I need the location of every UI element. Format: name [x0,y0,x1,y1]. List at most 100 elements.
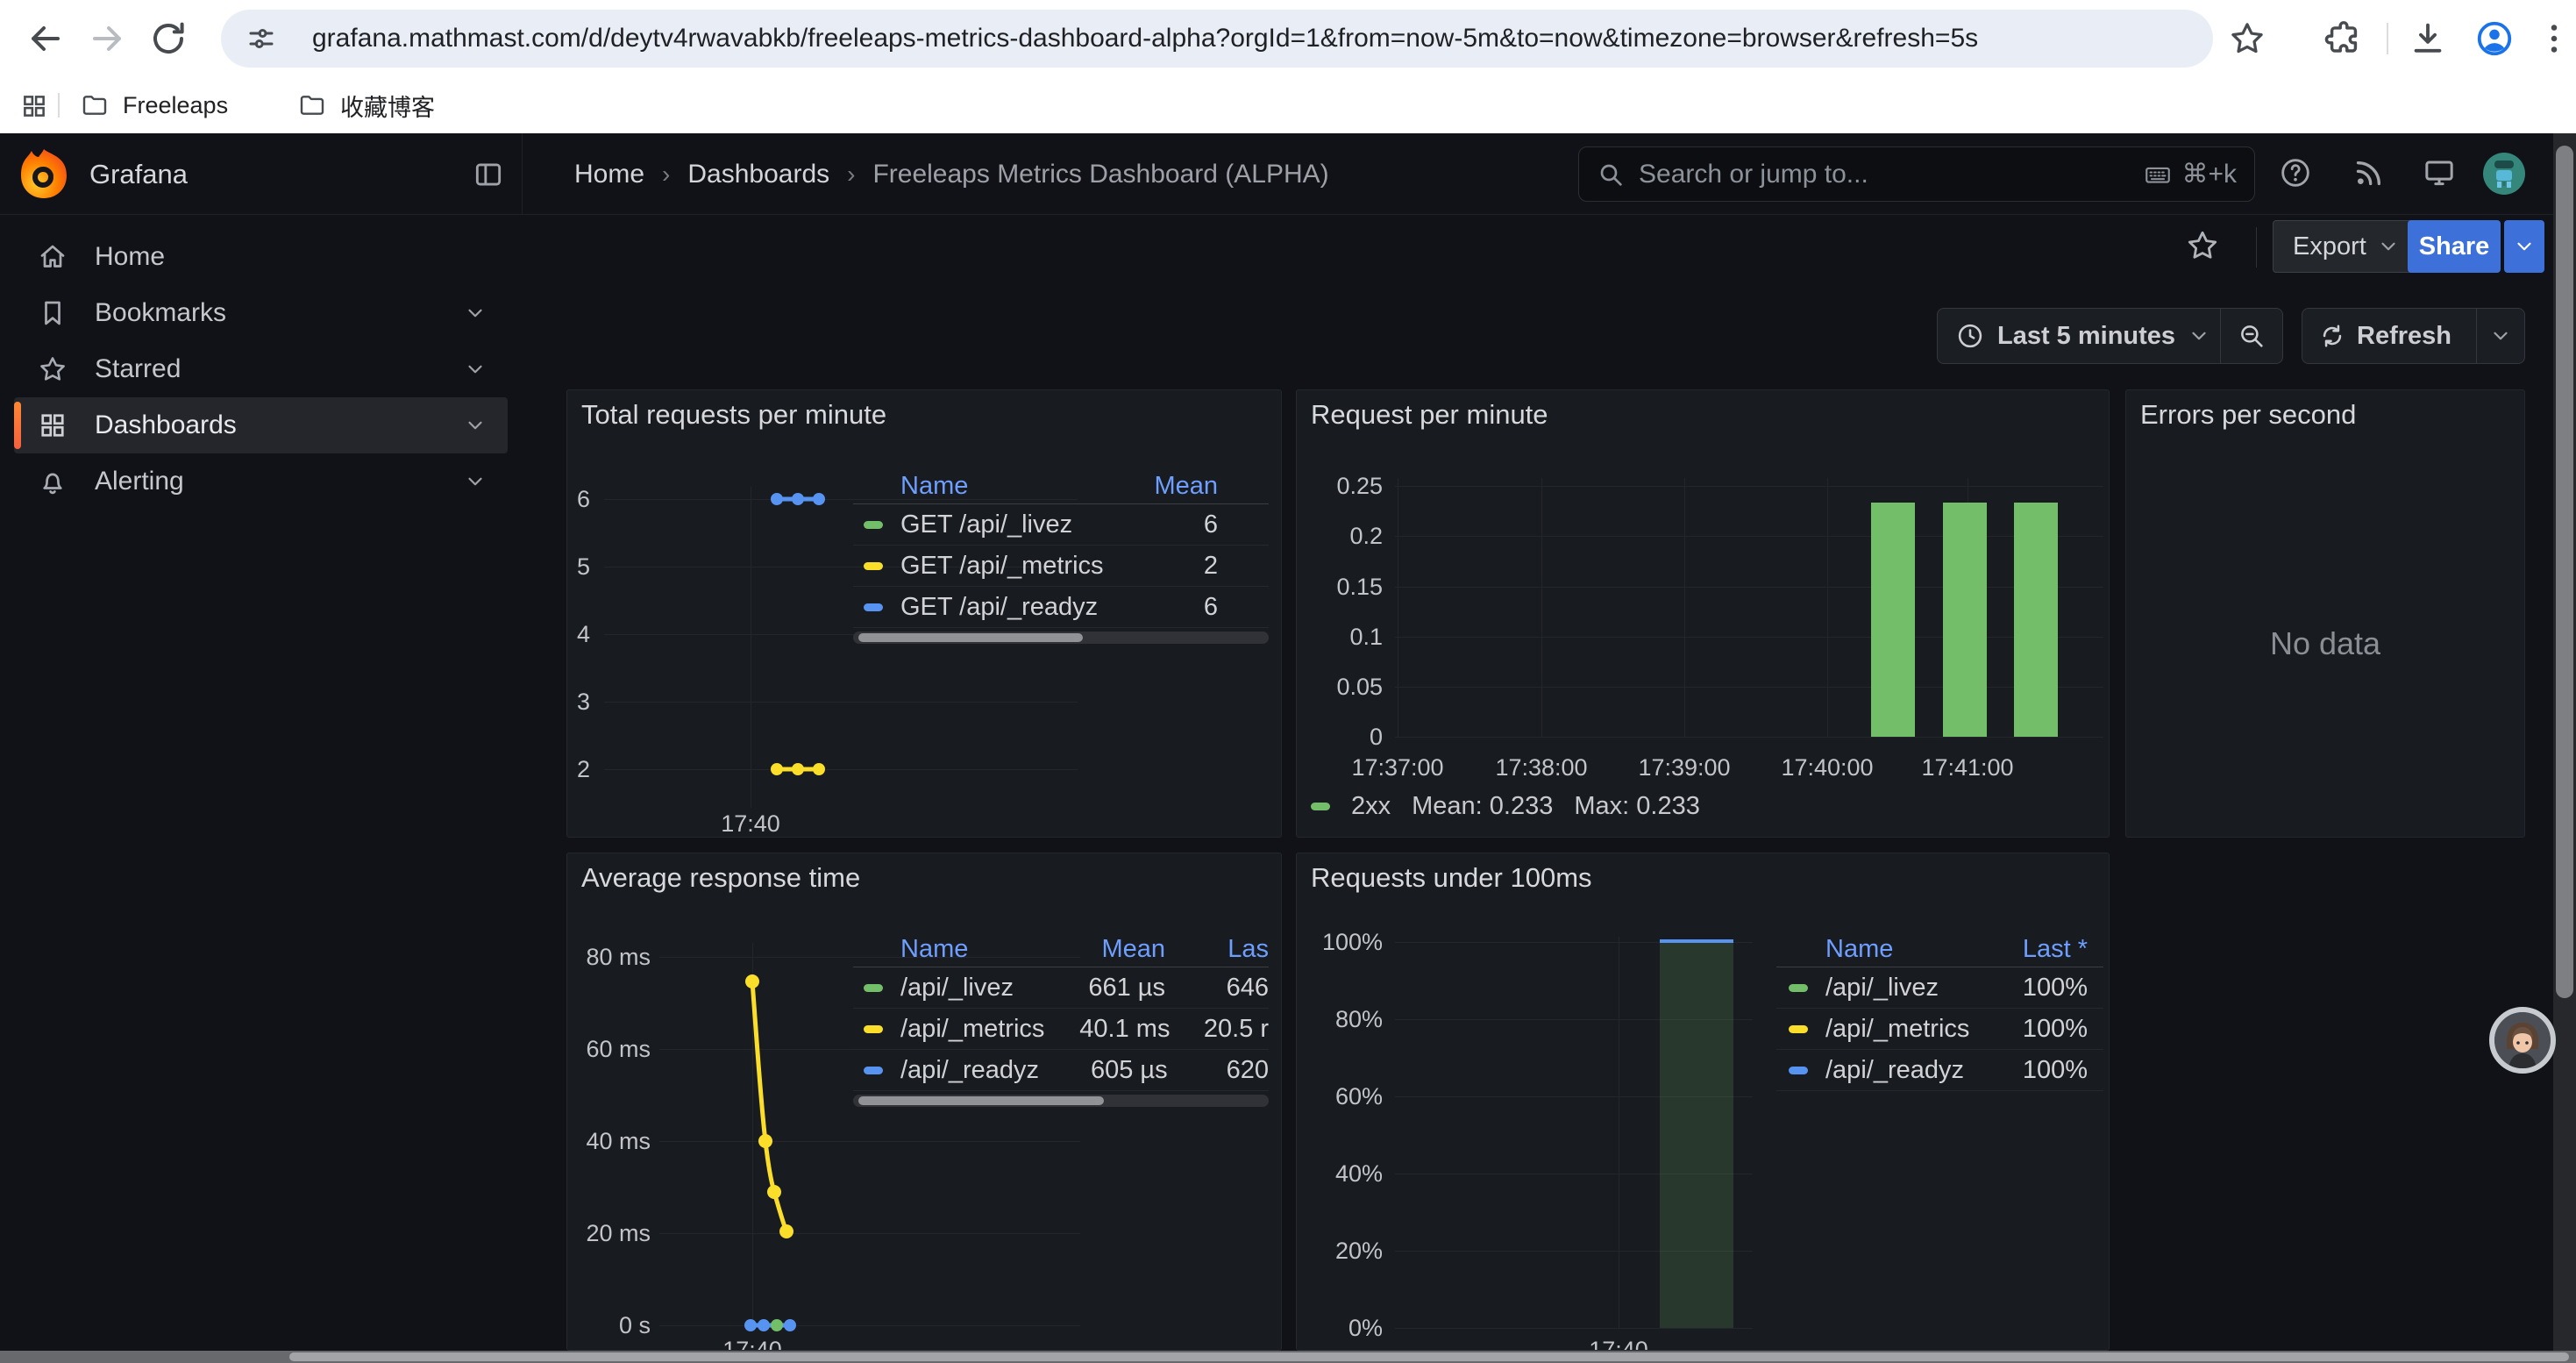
monitor-icon[interactable] [2422,155,2460,194]
help-icon[interactable] [2278,155,2316,194]
sidebar-item-alerting[interactable]: Alerting [14,453,508,510]
url-text[interactable]: grafana.mathmast.com/d/deytv4rwavabkb/fr… [312,10,1978,68]
legend-row[interactable]: GET /api/_metrics 2 [853,546,1269,587]
area-fill [1660,942,1733,1328]
panel-title[interactable]: Request per minute [1311,399,1548,431]
legend-col-name[interactable]: Name [900,472,968,501]
breadcrumb-dashboards[interactable]: Dashboards [687,160,829,189]
legend-inline[interactable]: 2xx Mean: 0.233 Max: 0.233 [1311,792,1700,821]
x-tick: 17:40 [698,810,803,838]
bookmark-icon [37,297,68,329]
y-tick: 80% [1297,1005,1383,1033]
legend-col-last[interactable]: Last * [2023,935,2088,964]
area-top-line [1660,939,1733,943]
extensions-icon[interactable] [2323,18,2364,59]
series-last: 100% [2023,1056,2088,1085]
time-range-label[interactable]: Last 5 minutes [1997,322,2175,351]
favorite-star-icon[interactable] [2184,227,2221,264]
grafana-logo-icon[interactable] [19,147,68,200]
series-last: 20.5 r [1170,1015,1269,1044]
series-name[interactable]: /api/_readyz [900,1056,1039,1085]
folder-icon [81,91,109,119]
breadcrumb-home[interactable]: Home [574,160,644,189]
floating-assistant-avatar[interactable] [2489,1007,2556,1074]
series-name[interactable]: /api/_readyz [1825,1056,1964,1085]
sidebar-item-bookmarks[interactable]: Bookmarks [14,285,508,341]
horizontal-scrollbar-thumb[interactable] [289,1352,2569,1361]
series-swatch [864,603,883,611]
bookmark-label: 收藏博客 [340,89,435,123]
chevron-down-icon[interactable] [464,414,487,437]
chevron-down-icon[interactable] [2188,325,2210,347]
apps-grid-icon[interactable] [19,91,49,121]
share-dropdown-button[interactable] [2504,220,2544,273]
profile-icon[interactable] [2474,18,2515,59]
series-name[interactable]: /api/_livez [1825,974,1939,1003]
legend-row[interactable]: GET /api/_readyz 6 [853,587,1269,628]
vertical-scrollbar-thumb[interactable] [2556,146,2573,998]
zoom-out-icon[interactable] [2221,321,2282,351]
panel-requests-under-100ms: Requests under 100ms 100% 80% 60% 40% 20… [1296,853,2110,1351]
series-swatch [864,1025,883,1033]
site-settings-icon[interactable] [246,23,277,54]
chevron-down-icon[interactable] [2477,325,2524,347]
legend-col-name[interactable]: Name [900,935,968,964]
menu-kebab-icon[interactable] [2534,18,2574,59]
bar-2xx [1871,503,1915,737]
search-input[interactable]: Search or jump to... ⌘+k [1578,146,2255,202]
series-name[interactable]: GET /api/_metrics [900,552,1104,581]
horizontal-scrollbar[interactable] [0,1351,2576,1363]
legend-row[interactable]: GET /api/_livez 6 [853,504,1269,546]
panel-title[interactable]: Errors per second [2140,399,2356,431]
legend-row[interactable]: /api/_livez 100% [1776,967,2103,1009]
legend-row[interactable]: /api/_readyz 100% [1776,1050,2103,1091]
bookmark-folder-freeleaps[interactable]: Freeleaps [81,77,228,133]
series-name[interactable]: /api/_metrics [900,1015,1044,1044]
series-name[interactable]: GET /api/_livez [900,510,1072,539]
legend-row[interactable]: /api/_readyz 605 µs 620 [853,1050,1269,1091]
panel-title[interactable]: Requests under 100ms [1311,862,1592,894]
series-swatch [864,984,883,992]
sidebar-item-home[interactable]: Home [14,229,508,285]
sidebar-item-dashboards[interactable]: Dashboards [14,397,508,453]
refresh-label[interactable]: Refresh [2357,322,2451,351]
news-rss-icon[interactable] [2352,155,2390,194]
download-icon[interactable] [2408,18,2448,59]
brand-label[interactable]: Grafana [89,133,188,215]
legend-row[interactable]: /api/_metrics 100% [1776,1009,2103,1050]
reload-button[interactable] [147,18,189,60]
series-name[interactable]: /api/_livez [900,974,1014,1003]
legend-col-name[interactable]: Name [1825,935,1893,964]
legend-scrollbar[interactable] [853,632,1269,644]
bookmark-folder-blogs[interactable]: 收藏博客 [298,77,435,133]
series-name[interactable]: GET /api/_readyz [900,593,1098,622]
series-name[interactable]: 2xx [1351,792,1391,821]
sidebar-toggle-icon[interactable] [472,158,505,191]
series-last: 646 [1165,974,1269,1003]
legend-row[interactable]: /api/_metrics 40.1 ms 20.5 r [853,1009,1269,1050]
legend-col-mean[interactable]: Mean [1034,935,1165,964]
chevron-down-icon[interactable] [464,302,487,325]
series-swatch [1789,984,1808,992]
series-name[interactable]: /api/_metrics [1825,1015,1969,1044]
legend-col-mean[interactable]: Mean [1154,472,1218,501]
sidebar-item-label: Alerting [95,467,184,496]
back-button[interactable] [25,18,67,60]
legend-scrollbar[interactable] [853,1095,1269,1107]
legend-col-last[interactable]: Las [1165,935,1269,964]
user-avatar[interactable] [2483,153,2525,195]
legend-row[interactable]: /api/_livez 661 µs 646 [853,967,1269,1009]
y-tick: 60% [1297,1082,1383,1110]
address-bar[interactable]: grafana.mathmast.com/d/deytv4rwavabkb/fr… [221,10,2213,68]
share-button[interactable]: Share [2408,220,2501,273]
share-label: Share [2419,232,2490,261]
chevron-down-icon[interactable] [464,358,487,381]
sidebar-item-starred[interactable]: Starred [14,341,508,397]
bookmark-star-icon[interactable] [2227,18,2267,59]
chevron-down-icon[interactable] [464,470,487,493]
vertical-scrollbar[interactable] [2553,133,2576,1363]
grafana-app: Grafana Home › Dashboards › Freeleaps Me… [0,133,2576,1363]
panel-avg-response-time: Average response time 80 ms 60 ms 40 ms … [566,853,1282,1351]
forward-button[interactable] [86,18,128,60]
export-button[interactable]: Export [2273,220,2420,273]
